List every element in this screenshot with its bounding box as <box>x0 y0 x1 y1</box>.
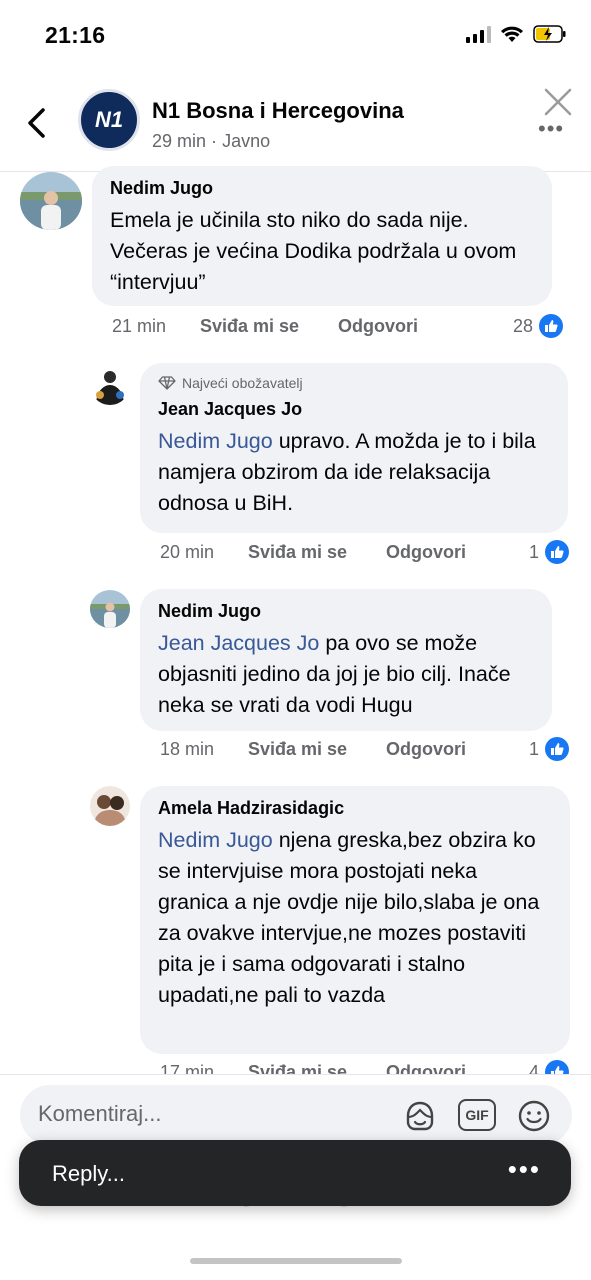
mention-link[interactable]: Nedim Jugo <box>158 828 273 852</box>
badge-label: Najveći obožavatelj <box>182 375 303 391</box>
comment-bubble[interactable]: Amela Hadzirasidagic Nedim Jugo njena gr… <box>140 786 570 1054</box>
comment-composer[interactable]: GIF <box>20 1085 572 1145</box>
like-button[interactable]: Sviđa mi se <box>248 542 386 563</box>
status-icons <box>466 25 567 43</box>
comment-actions: 20 min Sviđa mi se Odgovori <box>160 542 466 563</box>
comment-actions: 18 min Sviđa mi se Odgovori <box>160 739 466 760</box>
comment-time: 20 min <box>160 542 215 562</box>
top-fan-badge: Najveći obožavatelj <box>158 375 550 391</box>
comment-text: Jean Jacques Jo pa ovo se može objasniti… <box>158 628 534 721</box>
post-header: N1 N1 Bosna i Hercegovina 29 min · Javno… <box>0 76 591 172</box>
page-avatar-logo: N1 <box>94 107 124 132</box>
avatar[interactable] <box>90 365 130 405</box>
comment-author[interactable]: Nedim Jugo <box>158 601 534 622</box>
reply-toast[interactable]: Reply... ••• <box>19 1140 571 1206</box>
reply-label: Reply... <box>52 1161 125 1186</box>
status-time: 21:16 <box>45 22 106 48</box>
post-meta: 29 min · Javno <box>152 131 270 152</box>
home-indicator <box>190 1258 402 1264</box>
reaction-number: 28 <box>513 315 534 336</box>
reaction-count[interactable]: 28 <box>513 314 564 338</box>
mention-link[interactable]: Jean Jacques Jo <box>158 631 319 655</box>
comment-text: Nedim Jugo upravo. A možda je to i bila … <box>158 426 550 519</box>
reply-button[interactable]: Odgovori <box>386 542 466 563</box>
like-button[interactable]: Sviđa mi se <box>248 739 386 760</box>
page-name[interactable]: N1 Bosna i Hercegovina <box>152 98 404 124</box>
comment-time: 18 min <box>160 739 215 759</box>
reply-button[interactable]: Odgovori <box>338 316 418 337</box>
battery-charging-icon <box>533 25 566 43</box>
avatar-sticker-icon[interactable] <box>402 1098 438 1134</box>
more-options-icon[interactable]: ••• <box>538 116 564 142</box>
more-options-icon[interactable]: ••• <box>508 1154 541 1185</box>
comment-body: njena greska,bez obzira ko se intervjuis… <box>158 828 540 1007</box>
page-avatar[interactable]: N1 <box>78 89 140 151</box>
cellular-signal-icon <box>466 25 491 43</box>
comment-author[interactable]: Nedim Jugo <box>110 178 534 199</box>
avatar[interactable] <box>90 786 130 826</box>
comment-text: Emela je učinila sto niko do sada nije. … <box>110 208 517 294</box>
reaction-number: 1 <box>529 738 540 759</box>
mention-link[interactable]: Nedim Jugo <box>158 429 273 453</box>
thumbs-up-icon <box>545 737 570 761</box>
meta-separator: · <box>211 131 218 151</box>
reply-button[interactable]: Odgovori <box>386 739 466 760</box>
comment-bubble[interactable]: Najveći obožavatelj Jean Jacques Jo Nedi… <box>140 363 568 533</box>
comment-text: Nedim Jugo njena greska,bez obzira ko se… <box>158 825 552 1011</box>
reaction-count[interactable]: 1 <box>529 540 570 564</box>
back-arrow-icon[interactable] <box>24 106 50 140</box>
comment-bubble[interactable]: Nedim Jugo Emela je učinila sto niko do … <box>92 166 552 306</box>
gif-label: GIF <box>465 1107 489 1123</box>
gif-icon[interactable]: GIF <box>458 1099 496 1131</box>
wifi-icon <box>501 26 523 42</box>
comment-time: 21 min <box>112 316 167 336</box>
avatar[interactable] <box>90 590 130 628</box>
reaction-number: 1 <box>529 541 540 562</box>
like-button[interactable]: Sviđa mi se <box>200 316 338 337</box>
comment-actions: 21 min Sviđa mi se Odgovori <box>112 316 418 337</box>
comment-input[interactable] <box>38 1101 378 1127</box>
comment-author[interactable]: Amela Hadzirasidagic <box>158 798 552 819</box>
avatar[interactable] <box>20 172 82 230</box>
thumbs-up-icon <box>545 540 570 564</box>
close-icon[interactable] <box>540 84 576 120</box>
reaction-count[interactable]: 1 <box>529 737 570 761</box>
thumbs-up-icon <box>539 314 564 338</box>
status-bar: 21:16 <box>0 0 591 72</box>
comment-author[interactable]: Jean Jacques Jo <box>158 399 550 420</box>
post-audience: Javno <box>222 131 271 151</box>
comment-bubble[interactable]: Nedim Jugo Jean Jacques Jo pa ovo se mož… <box>140 589 552 731</box>
diamond-icon <box>158 376 176 390</box>
post-time: 29 min <box>152 131 207 151</box>
emoji-icon[interactable] <box>516 1098 552 1134</box>
